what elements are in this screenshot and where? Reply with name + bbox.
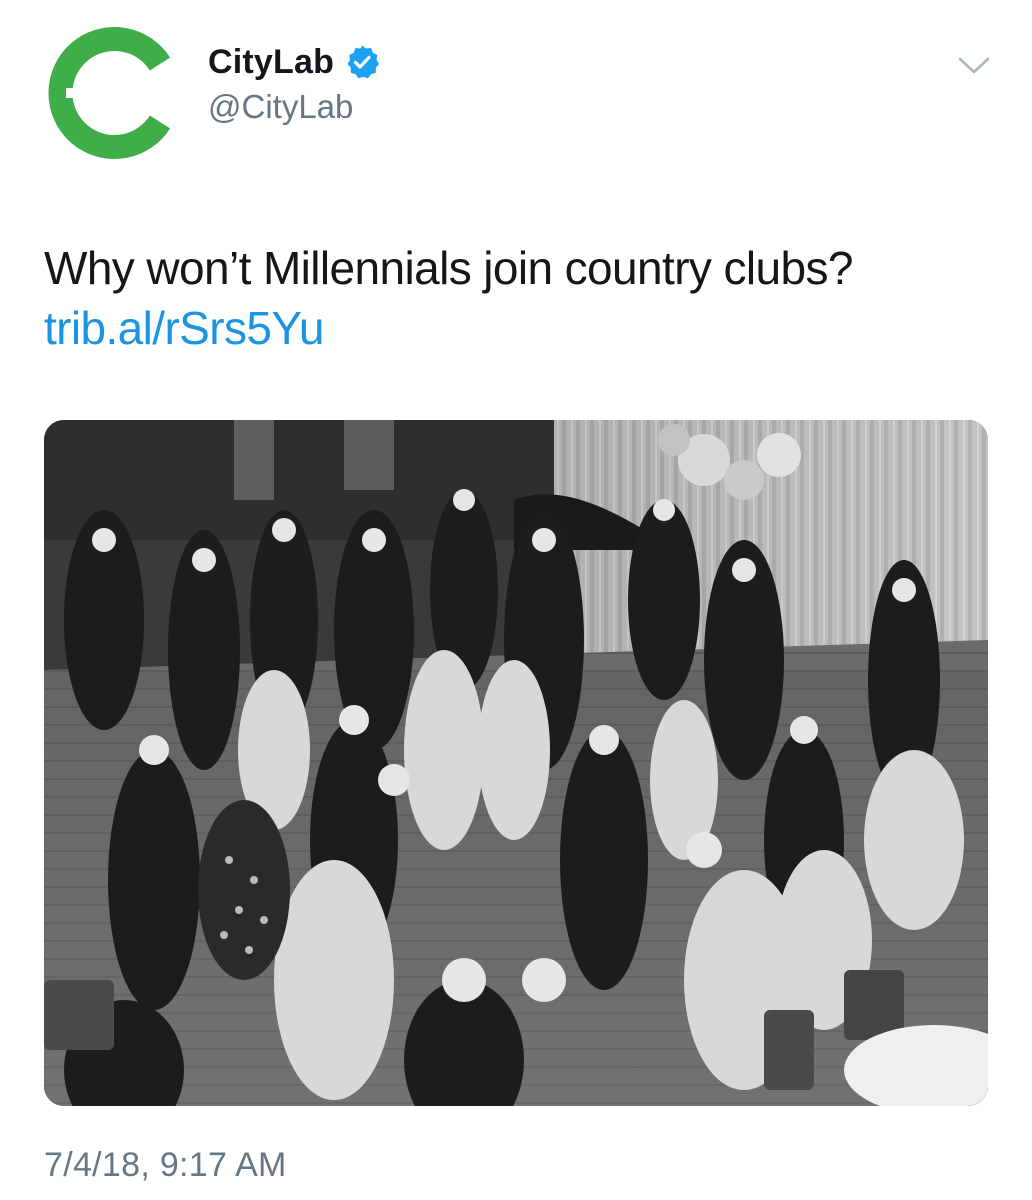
chevron-down-icon[interactable] (954, 50, 994, 80)
tweet-link[interactable]: trib.al/rSrs5Yu (44, 302, 325, 354)
tweet-timestamp[interactable]: 7/4/18, 9:17 AM (44, 1146, 287, 1185)
verified-badge-icon (344, 44, 380, 80)
citylab-logo-icon (45, 23, 185, 163)
tweet-text: Why won’t Millennials join country clubs… (44, 238, 984, 358)
author-handle[interactable]: @CityLab (208, 88, 353, 126)
author-name[interactable]: CityLab (208, 43, 334, 82)
avatar[interactable] (44, 22, 186, 164)
photo-icon (44, 420, 988, 1106)
tweet-body: Why won’t Millennials join country clubs… (44, 242, 853, 294)
tweet-photo[interactable] (44, 420, 988, 1106)
tweet: CityLab @CityLab Why won’t Millennials j… (0, 0, 1032, 1200)
author-name-row: CityLab (208, 38, 380, 86)
